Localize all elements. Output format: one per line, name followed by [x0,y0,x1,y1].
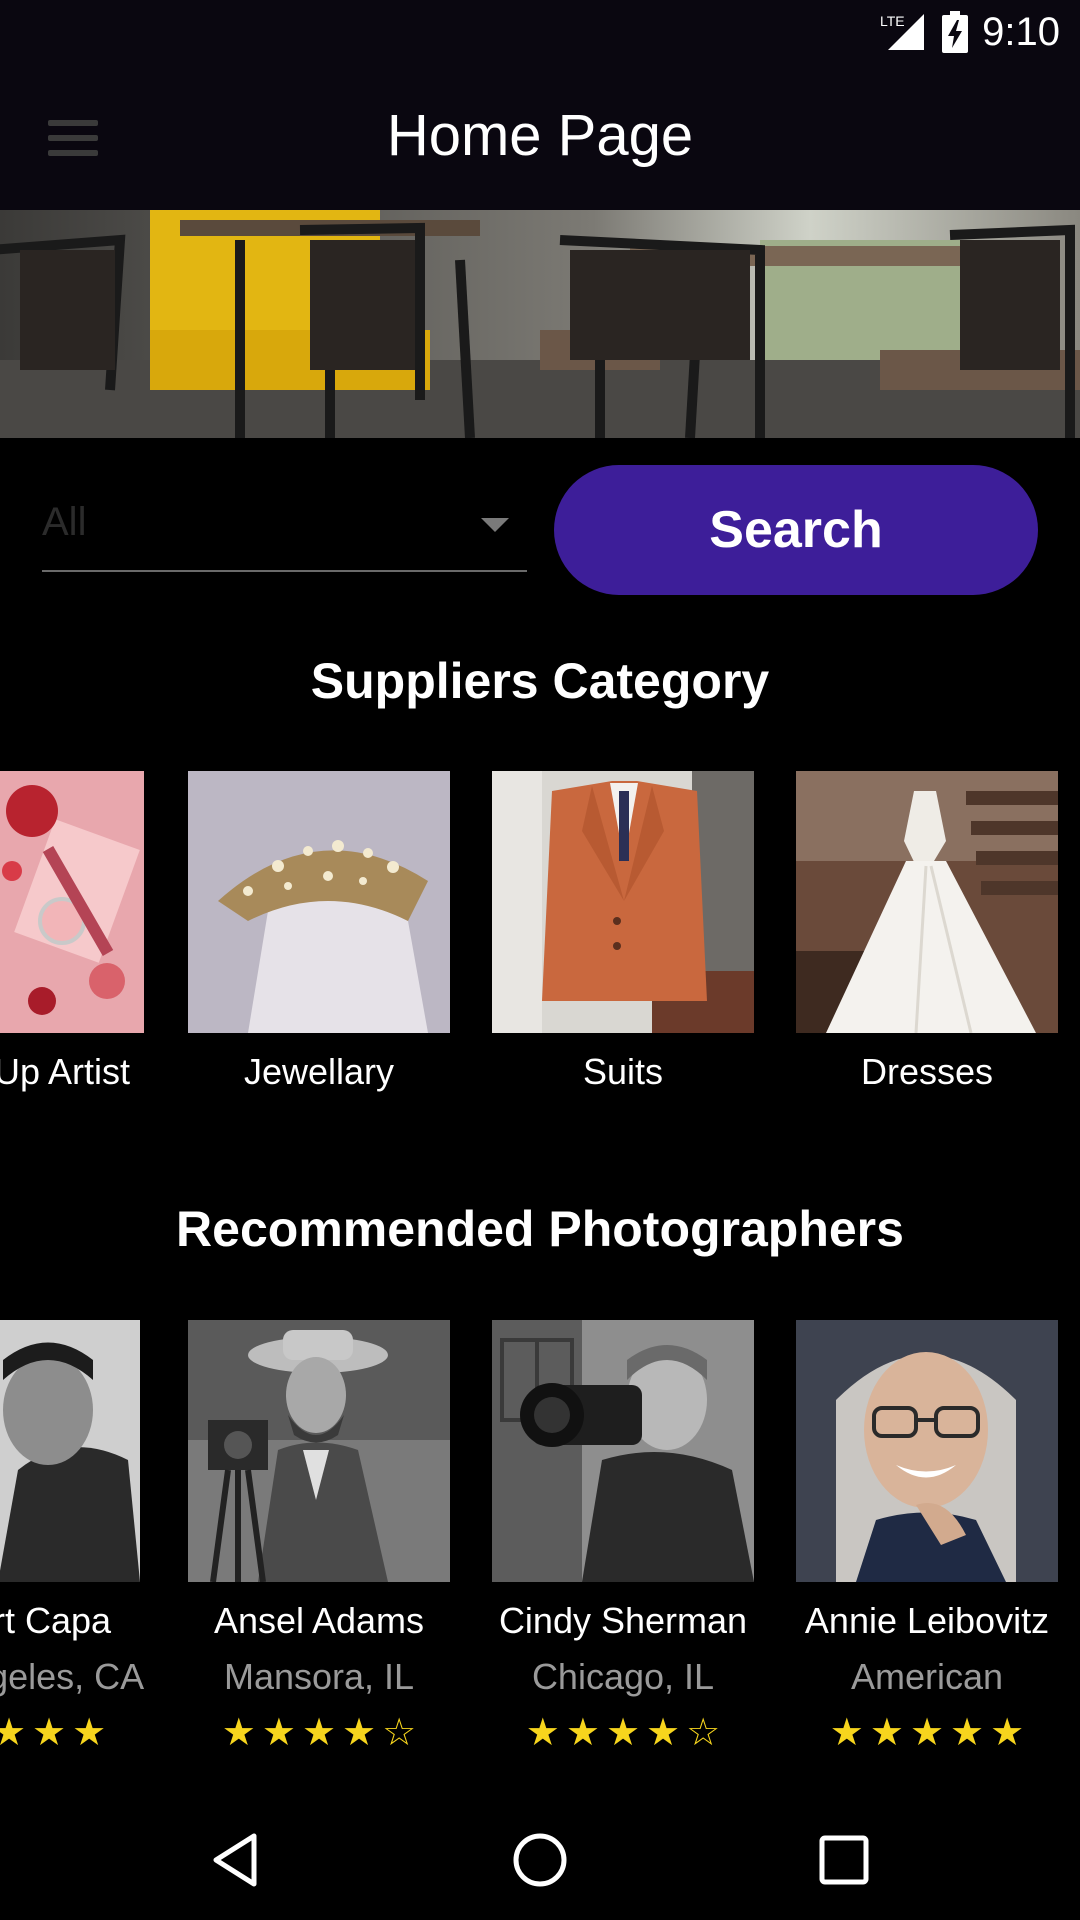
category-label: Jewellary [243,1051,395,1092]
category-label: Suits [582,1051,664,1092]
category-card-dresses[interactable]: Dresses [796,771,1058,1093]
photographer-name: Cindy Sherman [498,1600,748,1641]
star-empty-icon: ☆ [382,1712,417,1754]
star-filled-icon: ★ [301,1712,337,1754]
recommended-photographers-title: Recommended Photographers [176,1201,904,1257]
photographer-photo [492,1320,754,1582]
star-filled-icon: ★ [221,1712,256,1754]
rating-stars: ★★★★★ [0,1714,140,1752]
photographer-name: Ansel Adams [213,1600,425,1641]
star-filled-icon: ★ [990,1712,1025,1754]
photographer-card[interactable]: Annie Leibovitz American ★ ★ ★ ★ ★ [796,1320,1058,1752]
rating-stars: ★ ★ ★ ★ ☆ [492,1714,754,1752]
category-card-jewellary[interactable]: Jewellary [188,771,450,1093]
photographer-card[interactable]: Robert Capa Los Angeles, CA ★★★★★ [0,1320,145,1752]
battery-charging-icon [942,11,969,53]
category-image-dresses [796,771,1058,1033]
category-label: Dresses [860,1051,994,1092]
photographer-location: Los Angeles, CA [0,1656,145,1697]
star-filled-icon: ★ [261,1712,296,1754]
star-filled-icon: ★ [32,1712,67,1754]
photographer-location: Chicago, IL [531,1656,715,1697]
status-time: 9:10 [982,9,1060,54]
star-filled-icon: ★ [0,1712,27,1754]
search-button[interactable]: Search [554,465,1038,595]
search-row: All Search [0,438,1080,628]
photographer-name: Annie Leibovitz [804,1600,1050,1641]
star-filled-icon: ★ [829,1712,864,1754]
photographer-photo [188,1320,450,1582]
category-image-suits [492,771,754,1033]
star-filled-icon: ★ [72,1712,107,1754]
photographer-location: American [850,1656,1004,1697]
category-card-suits[interactable]: Suits [492,771,754,1093]
dropdown-selected-value: All [42,500,87,544]
category-card-makeup[interactable]: Make Up Artist [0,771,144,1093]
star-filled-icon: ★ [869,1712,904,1754]
star-filled-icon: ★ [342,1712,377,1754]
star-empty-icon: ☆ [686,1712,721,1754]
banner-image [0,210,1080,438]
home-icon[interactable] [510,1830,570,1890]
suppliers-category-title: Suppliers Category [310,653,770,709]
lte-signal-icon: LTE [880,13,925,50]
chevron-down-icon [481,518,509,532]
system-navigation-bar [0,1800,1080,1920]
category-image-makeup [0,771,144,1033]
app-bar: Home Page [0,64,1080,210]
photographer-card[interactable]: Ansel Adams Mansora, IL ★ ★ ★ ★ ☆ [188,1320,450,1752]
status-bar: LTE 9:10 [0,0,1080,64]
photographer-list: Robert Capa Los Angeles, CA ★★★★★ Ansel … [0,1320,1080,1760]
rating-stars: ★★★★★ [796,1714,1058,1752]
rating-stars: ★ ★ ★ ★ ☆ [188,1714,450,1752]
category-dropdown[interactable]: All [42,478,527,572]
star-filled-icon: ★ [525,1712,560,1754]
svg-text:LTE: LTE [880,13,905,29]
page-title: Home Page [386,103,694,168]
star-filled-icon: ★ [646,1712,681,1754]
star-filled-icon: ★ [565,1712,600,1754]
photographer-photo [0,1320,140,1582]
star-filled-icon: ★ [605,1712,641,1754]
category-image-jewellary [188,771,450,1033]
status-icons: LTE 9:10 [880,8,1060,56]
recents-icon[interactable] [814,1830,874,1890]
star-filled-icon: ★ [950,1712,985,1754]
back-icon[interactable] [206,1830,266,1890]
photographer-photo [796,1320,1058,1582]
category-label: Make Up Artist [0,1051,131,1092]
photographer-location: Mansora, IL [223,1656,415,1697]
photographer-card[interactable]: Cindy Sherman Chicago, IL ★ ★ ★ ★ ☆ [492,1320,754,1752]
category-list: Make Up Artist Jewellary [0,771,1080,1101]
photographer-name: Robert Capa [0,1600,112,1641]
star-filled-icon: ★ [909,1712,945,1754]
